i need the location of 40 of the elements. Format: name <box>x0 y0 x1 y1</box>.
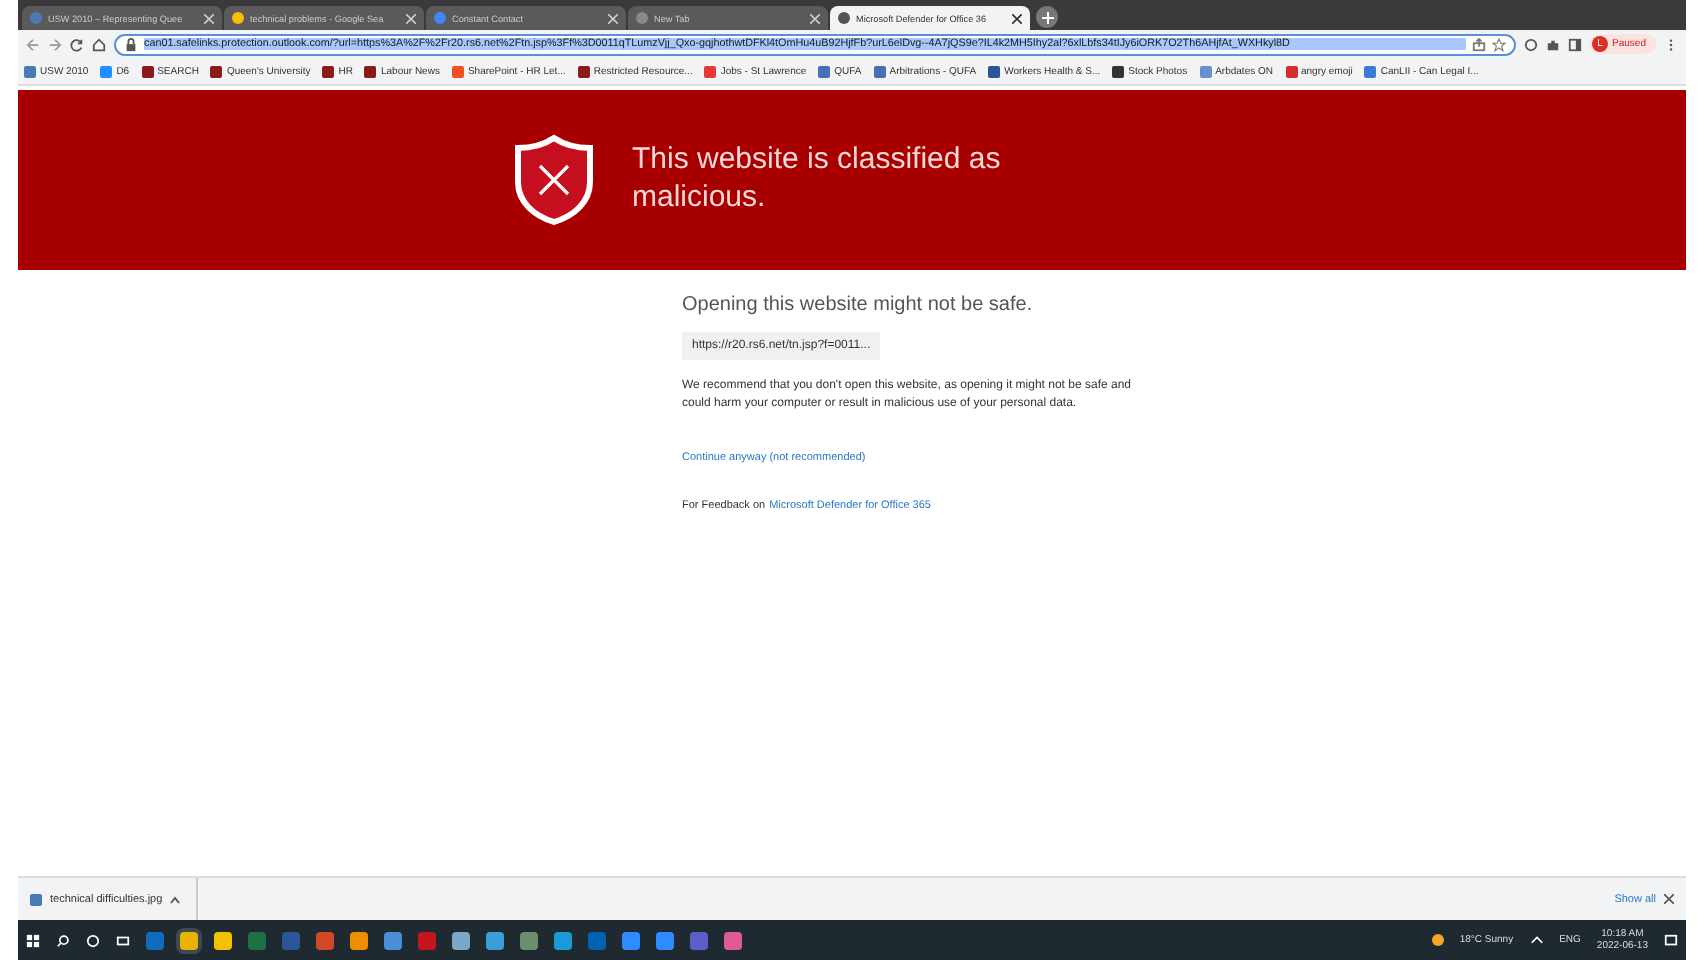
circle-icon[interactable] <box>86 933 100 947</box>
app-icon[interactable] <box>384 931 402 949</box>
tray-icons-drawing[interactable] <box>1529 933 1544 947</box>
shield-icon <box>512 134 596 226</box>
close-icon[interactable] <box>1664 894 1674 904</box>
star-icon[interactable] <box>1492 37 1507 51</box>
reload-icon[interactable] <box>70 37 84 51</box>
favicon-icon <box>30 12 42 24</box>
task-view-icon[interactable] <box>116 933 130 947</box>
back-arrow-icon[interactable] <box>26 37 40 51</box>
lock-icon <box>124 37 138 51</box>
favicon-icon <box>434 12 446 24</box>
app-icon[interactable] <box>520 931 538 949</box>
windows-start-icon[interactable] <box>26 933 40 947</box>
app-icon[interactable] <box>214 931 232 949</box>
caret-icon[interactable] <box>170 895 181 903</box>
app-icon[interactable] <box>554 931 572 949</box>
menu-icon[interactable] <box>1664 37 1678 51</box>
app-icon[interactable] <box>180 931 198 949</box>
plus-icon <box>1041 11 1053 23</box>
app-icon[interactable] <box>452 931 470 949</box>
sidebar-icon[interactable] <box>1568 37 1583 51</box>
favicon-icon <box>232 12 244 24</box>
app-icon[interactable] <box>486 931 504 949</box>
forward-arrow-icon[interactable] <box>48 37 62 51</box>
banner-title: This website is classified as malicious. <box>632 142 1003 218</box>
app-icon[interactable] <box>622 931 640 949</box>
warning-heading: Opening this website might not be safe. <box>682 294 1033 316</box>
new-tab-button[interactable] <box>1036 6 1058 28</box>
notification-icon[interactable] <box>1664 933 1678 947</box>
app-icon[interactable] <box>656 931 674 949</box>
favicon-icon <box>636 12 648 24</box>
home-icon[interactable] <box>92 37 106 51</box>
app-icon[interactable] <box>724 931 742 949</box>
close-icon[interactable] <box>1012 13 1022 23</box>
favicon-icon <box>838 12 850 24</box>
app-icon[interactable] <box>350 931 368 949</box>
share-icon[interactable] <box>1472 37 1487 51</box>
sun-icon <box>1431 934 1444 946</box>
search-icon[interactable] <box>56 933 70 947</box>
